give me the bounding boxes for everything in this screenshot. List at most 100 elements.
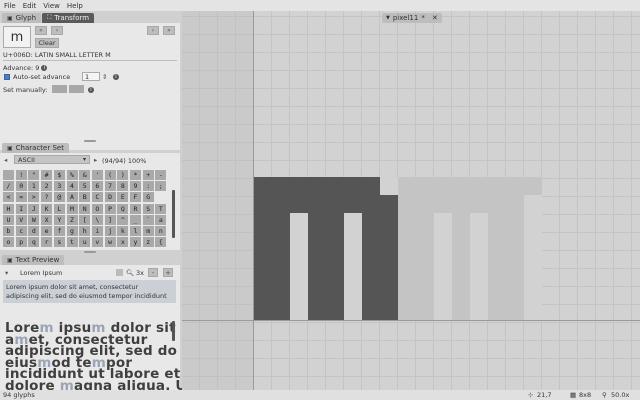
char-cell[interactable]: c <box>15 226 27 236</box>
char-cell[interactable]: q <box>28 237 40 248</box>
char-cell[interactable]: t <box>66 237 78 248</box>
char-cell[interactable]: 6 <box>91 181 103 192</box>
charset-next-icon[interactable]: ▸ <box>94 156 97 164</box>
auto-advance-checkbox[interactable] <box>4 74 10 80</box>
pixel-canvas[interactable]: ▼ pixel11 * ✕ <box>182 11 640 390</box>
char-cell[interactable]: A <box>66 192 78 203</box>
auto-advance-input[interactable]: 1 <box>82 72 100 81</box>
char-cell[interactable]: d <box>28 226 40 236</box>
char-cell[interactable]: # <box>41 170 53 180</box>
char-cell[interactable]: y <box>130 237 141 248</box>
char-cell[interactable]: ; <box>155 181 167 192</box>
char-cell[interactable]: V <box>15 214 27 225</box>
char-cell[interactable]: j <box>104 226 116 236</box>
char-cell[interactable]: B <box>79 192 91 203</box>
char-cell[interactable]: u <box>79 237 91 248</box>
char-cell[interactable]: 5 <box>79 181 91 192</box>
char-cell[interactable]: K <box>41 203 53 214</box>
char-cell[interactable]: z <box>142 237 154 248</box>
char-cell[interactable]: $ <box>53 170 65 180</box>
char-cell[interactable]: [ <box>79 214 91 225</box>
char-cell[interactable]: 2 <box>41 181 53 192</box>
char-cell[interactable]: p <box>15 237 27 248</box>
charset-select[interactable]: ASCII ▾ <box>14 155 90 164</box>
menu-help[interactable]: Help <box>67 2 83 10</box>
char-cell[interactable]: + <box>142 170 154 180</box>
char-cell[interactable]: : <box>142 181 154 192</box>
auto-advance-stepper[interactable]: ⇕ <box>102 73 107 81</box>
char-cell[interactable]: o <box>3 237 14 248</box>
char-cell[interactable]: X <box>41 214 53 225</box>
char-cell[interactable]: Y <box>53 214 65 225</box>
info-icon[interactable]: i <box>41 65 48 71</box>
char-cell[interactable]: w <box>104 237 116 248</box>
char-cell[interactable]: e <box>41 226 53 236</box>
char-cell[interactable]: { <box>155 237 167 248</box>
menu-edit[interactable]: Edit <box>23 2 37 10</box>
char-cell[interactable]: ! <box>15 170 27 180</box>
char-cell[interactable]: ( <box>104 170 116 180</box>
char-cell[interactable]: 1 <box>28 181 40 192</box>
char-cell[interactable]: l <box>130 226 141 236</box>
char-cell[interactable]: U <box>3 214 14 225</box>
preview-text-select[interactable]: Lorem Ipsum <box>20 269 62 277</box>
char-cell[interactable]: * <box>130 170 141 180</box>
manual-advance-stepper[interactable] <box>69 85 84 93</box>
char-cell[interactable]: > <box>28 192 40 203</box>
char-cell[interactable]: M <box>66 203 78 214</box>
char-cell[interactable]: 4 <box>66 181 78 192</box>
char-cell[interactable]: < <box>3 192 14 203</box>
preview-menu-icon[interactable]: ▾ <box>5 269 8 277</box>
char-cell[interactable]: k <box>117 226 129 236</box>
char-cell[interactable]: J <box>28 203 40 214</box>
char-cell[interactable]: % <box>66 170 78 180</box>
last-glyph-button[interactable]: » <box>163 26 175 35</box>
next-glyph-button[interactable]: › <box>147 26 159 35</box>
char-cell[interactable]: W <box>28 214 40 225</box>
char-cell[interactable]: 3 <box>53 181 65 192</box>
charset-scrollbar[interactable] <box>172 190 175 238</box>
char-cell[interactable]: b <box>3 226 14 236</box>
char-cell[interactable]: D <box>104 192 116 203</box>
canvas-tab[interactable]: ▼ pixel11 * ✕ <box>382 13 442 23</box>
close-icon[interactable]: ✕ <box>432 14 438 22</box>
char-cell[interactable]: m <box>142 226 154 236</box>
char-cell[interactable]: Q <box>117 203 129 214</box>
tab-text-preview[interactable]: ▣ Text Preview <box>2 255 65 265</box>
char-cell[interactable]: v <box>91 237 103 248</box>
char-cell[interactable]: O <box>91 203 103 214</box>
char-cell[interactable]: f <box>53 226 65 236</box>
info-icon[interactable]: i <box>88 87 94 93</box>
menu-view[interactable]: View <box>43 2 60 10</box>
char-cell[interactable]: & <box>79 170 91 180</box>
char-cell[interactable]: _ <box>130 214 141 225</box>
clear-button[interactable]: Clear <box>35 38 59 48</box>
char-cell[interactable]: G <box>142 192 154 203</box>
chevron-down-icon[interactable]: ▼ <box>386 15 390 21</box>
char-cell[interactable]: @ <box>53 192 65 203</box>
char-cell[interactable]: Z <box>66 214 78 225</box>
char-cell[interactable]: H <box>3 203 14 214</box>
char-cell[interactable] <box>3 170 14 180</box>
char-cell[interactable]: C <box>91 192 103 203</box>
char-cell[interactable]: 7 <box>104 181 116 192</box>
char-cell[interactable]: E <box>117 192 129 203</box>
char-cell[interactable]: h <box>79 226 91 236</box>
char-cell[interactable]: " <box>28 170 40 180</box>
char-cell[interactable]: ] <box>104 214 116 225</box>
char-cell[interactable]: s <box>53 237 65 248</box>
char-cell[interactable]: / <box>3 181 14 192</box>
first-glyph-button[interactable]: « <box>35 26 47 35</box>
prev-glyph-button[interactable]: ‹ <box>51 26 63 35</box>
char-cell[interactable]: L <box>53 203 65 214</box>
char-cell[interactable]: g <box>66 226 78 236</box>
char-cell[interactable]: ` <box>142 214 154 225</box>
char-cell[interactable]: \ <box>91 214 103 225</box>
charset-prev-icon[interactable]: ◂ <box>4 156 7 164</box>
char-cell[interactable]: i <box>91 226 103 236</box>
char-cell[interactable]: 9 <box>130 181 141 192</box>
preview-scrollbar[interactable] <box>172 321 175 341</box>
char-cell[interactable]: n <box>155 226 167 236</box>
char-cell[interactable]: N <box>79 203 91 214</box>
char-cell[interactable]: ) <box>117 170 129 180</box>
